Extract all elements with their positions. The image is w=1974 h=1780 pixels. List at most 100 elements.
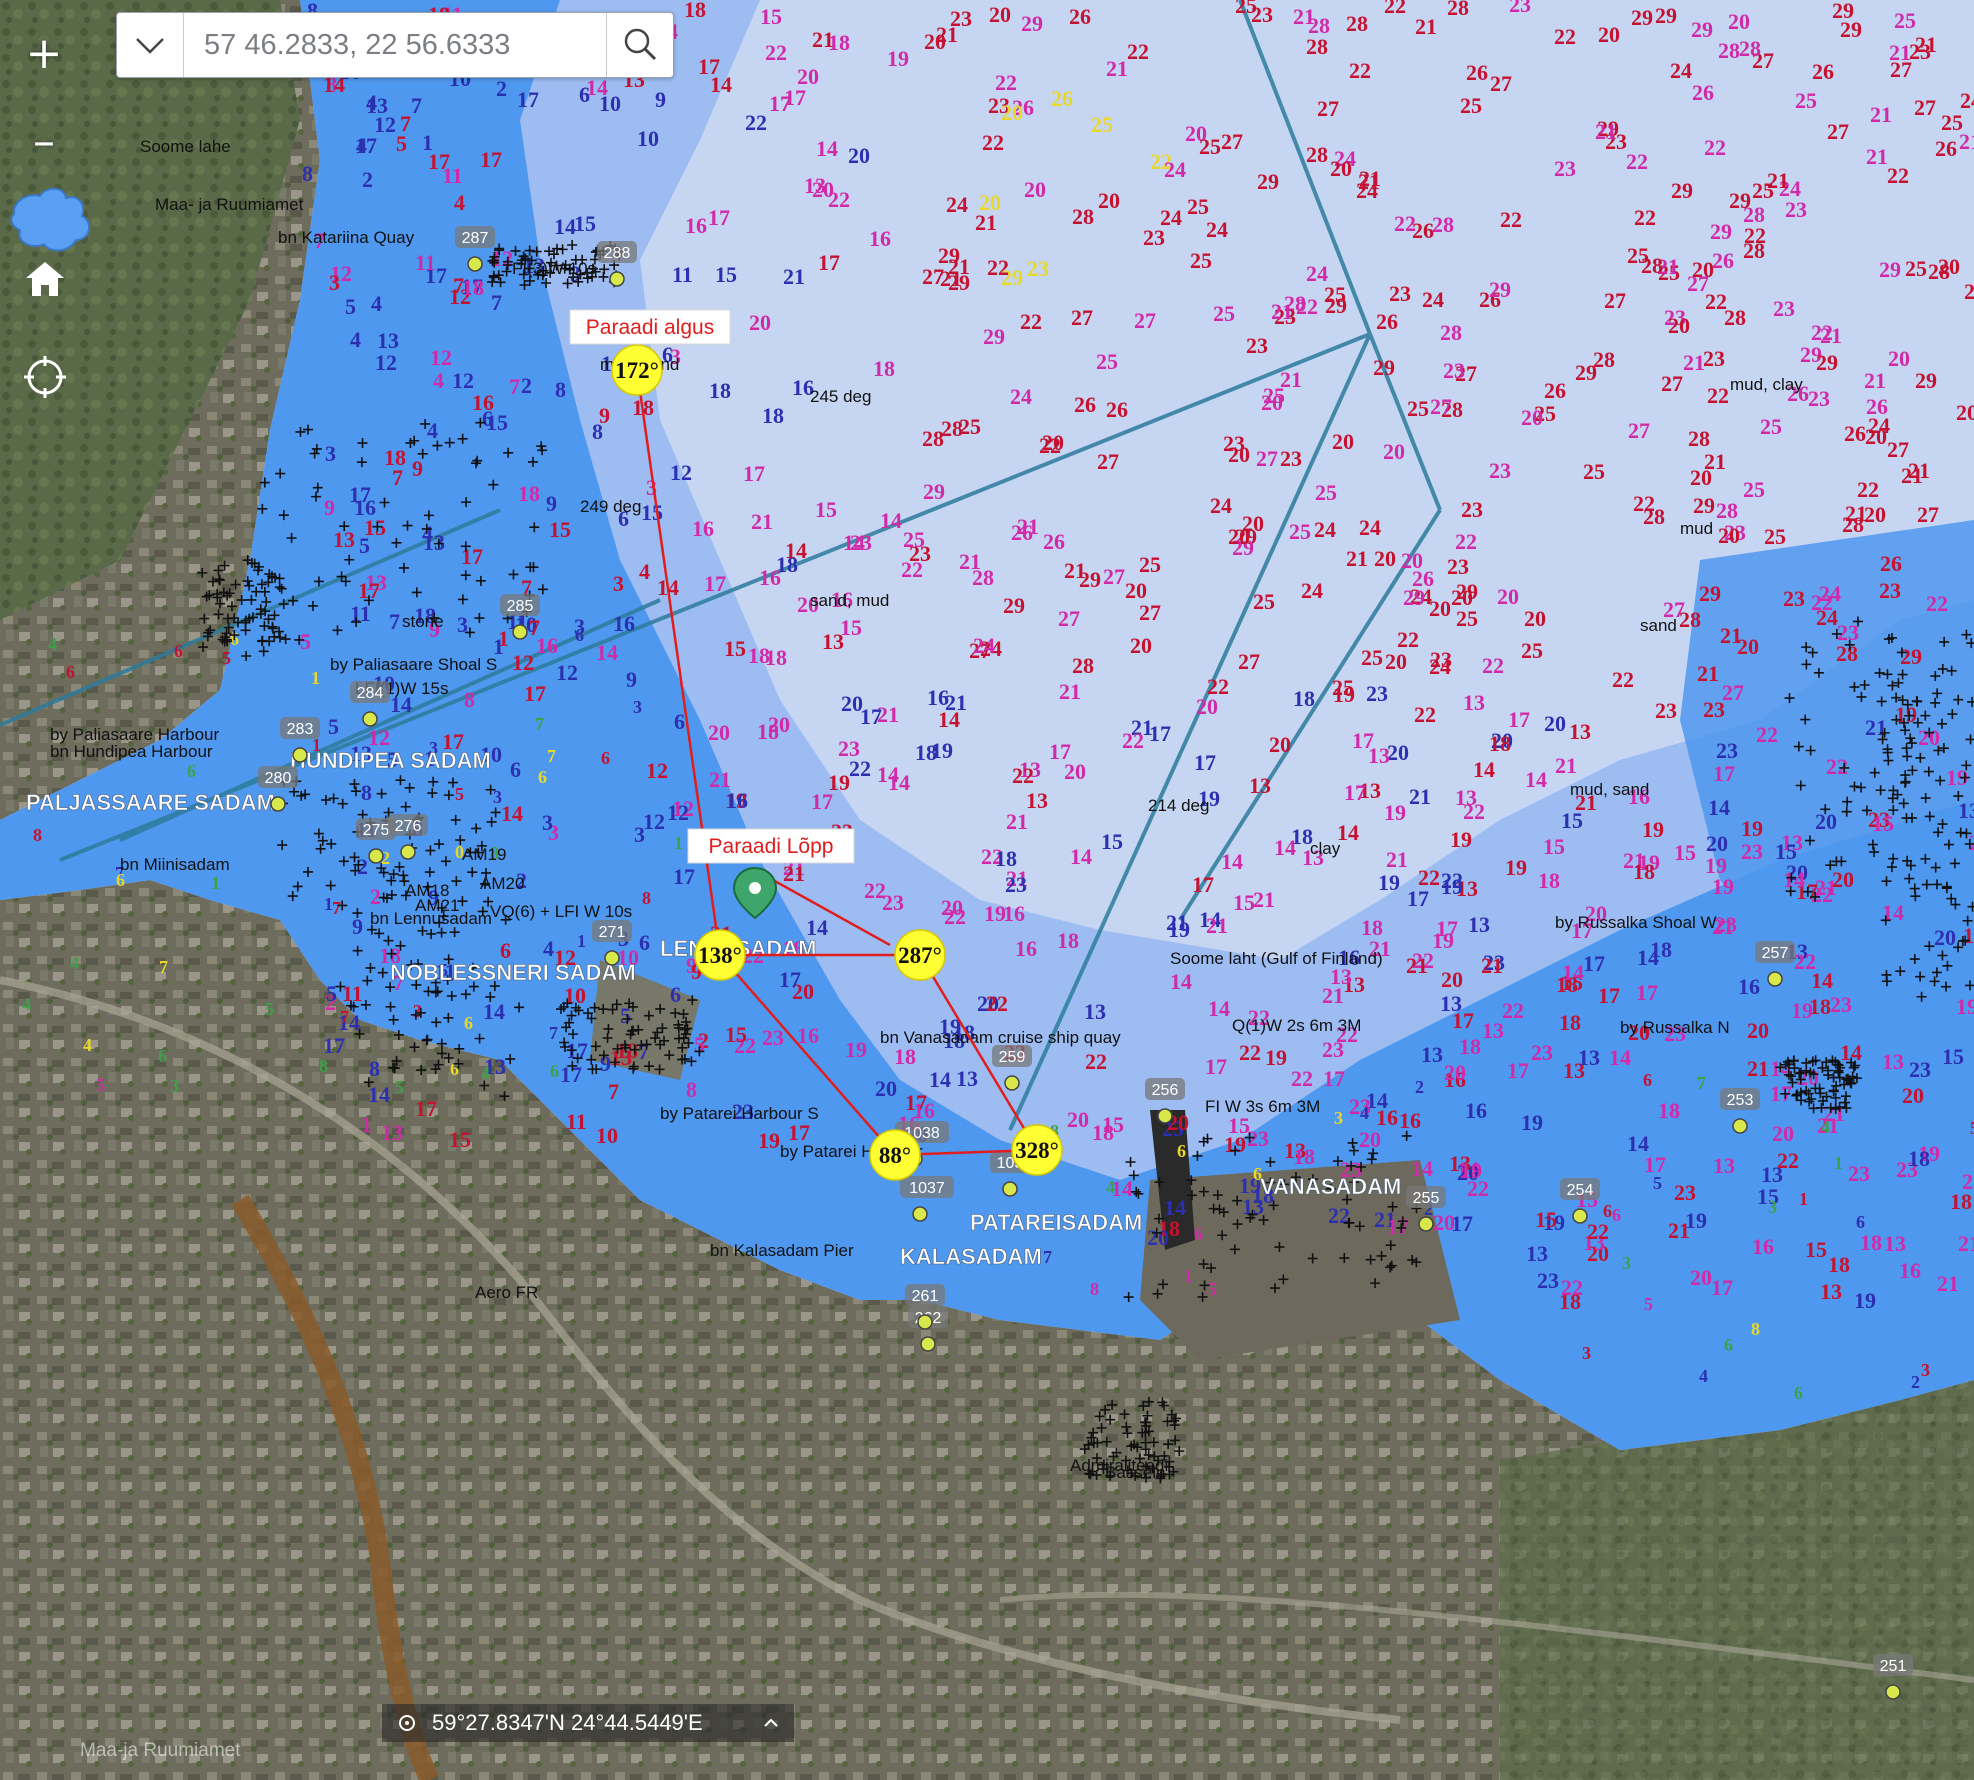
cursor-coordinates: 59°27.8347'N 24°44.5449'E bbox=[432, 1710, 703, 1735]
coordinate-search-box bbox=[116, 12, 674, 78]
depth-sounding: 13 bbox=[1713, 1153, 1735, 1178]
depth-sounding: 28 bbox=[1928, 259, 1950, 284]
depth-sounding: 18 bbox=[1092, 1120, 1114, 1145]
depth-sounding: 25 bbox=[1139, 552, 1161, 577]
depth-sounding: 27 bbox=[1827, 119, 1849, 144]
depth-sounding: 27 bbox=[1887, 437, 1909, 462]
depth-sounding: 20 bbox=[1718, 523, 1740, 548]
depth-sounding: 13 bbox=[377, 328, 399, 353]
depth-sounding: 5 bbox=[1970, 1118, 1974, 1138]
route-waypoint[interactable]: 88° bbox=[869, 1129, 921, 1181]
depth-sounding: 16 bbox=[927, 685, 949, 710]
depth-sounding: 14 bbox=[1525, 767, 1547, 792]
depth-sounding: 25 bbox=[1096, 349, 1118, 374]
depth-sounding: 24 bbox=[973, 633, 995, 658]
depth-sounding: 20 bbox=[708, 720, 730, 745]
depth-sounding: 16 bbox=[1738, 974, 1760, 999]
depth-sounding: 22 bbox=[1634, 205, 1656, 230]
depth-sounding: 14 bbox=[1221, 849, 1243, 874]
depth-sounding: 18 bbox=[1828, 1252, 1850, 1277]
depth-sounding: 22 bbox=[765, 40, 787, 65]
depth-sounding: 24 bbox=[1359, 515, 1381, 540]
depth-sounding: 23 bbox=[1655, 698, 1677, 723]
depth-sounding: 18 bbox=[1459, 1034, 1481, 1059]
depth-sounding: 4 bbox=[48, 634, 57, 654]
depth-sounding: 19 bbox=[1333, 682, 1355, 707]
depth-sounding: 17 bbox=[524, 681, 546, 706]
depth-sounding: 9 bbox=[546, 491, 557, 516]
depth-sounding: 21 bbox=[783, 264, 805, 289]
route-waypoint[interactable]: 287° bbox=[894, 929, 946, 981]
chart-label: AM19 bbox=[462, 845, 506, 864]
depth-sounding: 17 bbox=[708, 205, 730, 230]
route-waypoint[interactable]: 172° bbox=[611, 344, 663, 396]
search-dropdown-button[interactable] bbox=[117, 13, 184, 77]
depth-sounding: 18 bbox=[384, 445, 406, 470]
depth-sounding: 17 bbox=[323, 1033, 345, 1058]
depth-sounding: 3 bbox=[613, 571, 624, 596]
depth-sounding: 29 bbox=[1021, 11, 1043, 36]
chart-label: by Patarei Harbour S bbox=[660, 1104, 819, 1123]
zoom-out-button[interactable]: – bbox=[14, 112, 74, 172]
depth-sounding: 18 bbox=[1633, 859, 1655, 884]
route-waypoint[interactable]: 328° bbox=[1011, 1124, 1063, 1176]
depth-sounding: 25 bbox=[1315, 480, 1337, 505]
depth-sounding: 22 bbox=[745, 110, 767, 135]
home-icon[interactable] bbox=[22, 258, 68, 300]
depth-sounding: 21 bbox=[1280, 367, 1302, 392]
depth-sounding: 4 bbox=[22, 994, 31, 1014]
depth-sounding: 21 bbox=[1346, 546, 1368, 571]
search-button[interactable] bbox=[606, 13, 673, 77]
depth-sounding: 8 bbox=[369, 1056, 380, 1081]
depth-sounding: 16 bbox=[1752, 1234, 1774, 1259]
depth-sounding: 6 bbox=[1643, 1070, 1652, 1090]
route-waypoint[interactable]: 138° bbox=[694, 929, 746, 981]
nautical-chart-map[interactable]: 211823261419288211872423291917231420 2422… bbox=[0, 0, 1974, 1780]
chart-label: mud bbox=[1680, 519, 1713, 538]
depth-sounding: 23 bbox=[1848, 1161, 1870, 1186]
depth-sounding: 24 bbox=[1210, 493, 1232, 518]
depth-sounding: 17 bbox=[673, 864, 695, 889]
depth-sounding: 24 bbox=[946, 192, 968, 217]
depth-sounding: 29 bbox=[1832, 0, 1854, 23]
depth-sounding: 21 bbox=[1908, 458, 1930, 483]
depth-sounding: 14 bbox=[1783, 867, 1805, 892]
chart-label: bn Lennusadam bbox=[370, 909, 492, 928]
depth-sounding: 19 bbox=[1460, 1158, 1482, 1183]
depth-sounding: 4 bbox=[1106, 1177, 1115, 1197]
depth-sounding: 6 bbox=[670, 982, 681, 1007]
depth-sounding: 25 bbox=[1361, 645, 1383, 670]
depth-sounding: 14 bbox=[1708, 795, 1730, 820]
depth-sounding: 5 bbox=[300, 629, 311, 654]
depth-sounding: 4 bbox=[83, 1035, 92, 1055]
coordinate-search-input[interactable] bbox=[184, 13, 624, 77]
locate-me-icon[interactable] bbox=[22, 354, 68, 400]
harbour-label: PATAREISADAM bbox=[970, 1210, 1142, 1235]
depth-sounding: 5 bbox=[455, 784, 464, 804]
depth-sounding: 11 bbox=[442, 163, 463, 188]
depth-sounding: 27 bbox=[1628, 418, 1650, 443]
depth-sounding: 22 bbox=[1239, 1040, 1261, 1065]
depth-sounding: 6 bbox=[158, 1046, 167, 1066]
depth-sounding: 18 bbox=[1860, 1230, 1882, 1255]
depth-sounding: 20 bbox=[1934, 925, 1956, 950]
chevron-up-icon[interactable] bbox=[760, 1712, 782, 1734]
depth-sounding: 20 bbox=[1147, 1225, 1169, 1250]
depth-sounding: 20 bbox=[1598, 22, 1620, 47]
depth-sounding: 26 bbox=[1880, 551, 1902, 576]
depth-sounding: 19 bbox=[1685, 1208, 1707, 1233]
depth-sounding: 22 bbox=[1794, 949, 1816, 974]
depth-sounding: 29 bbox=[1671, 178, 1693, 203]
depth-sounding: 22 bbox=[1085, 1049, 1107, 1074]
depth-sounding: 13 bbox=[1468, 912, 1490, 937]
depth-sounding: 20 bbox=[1444, 1060, 1466, 1085]
depth-sounding: 12 bbox=[512, 650, 534, 675]
chart-marker-label: 255 bbox=[1413, 1190, 1440, 1207]
waypoint-heading: 88° bbox=[879, 1143, 911, 1168]
depth-sounding: 21 bbox=[1166, 910, 1188, 935]
zoom-in-button[interactable]: + bbox=[14, 24, 74, 84]
depth-sounding: 22 bbox=[1441, 868, 1463, 893]
depth-sounding: 28 bbox=[1447, 0, 1469, 20]
depth-sounding: 26 bbox=[1692, 80, 1714, 105]
depth-sounding: 23 bbox=[1554, 156, 1576, 181]
